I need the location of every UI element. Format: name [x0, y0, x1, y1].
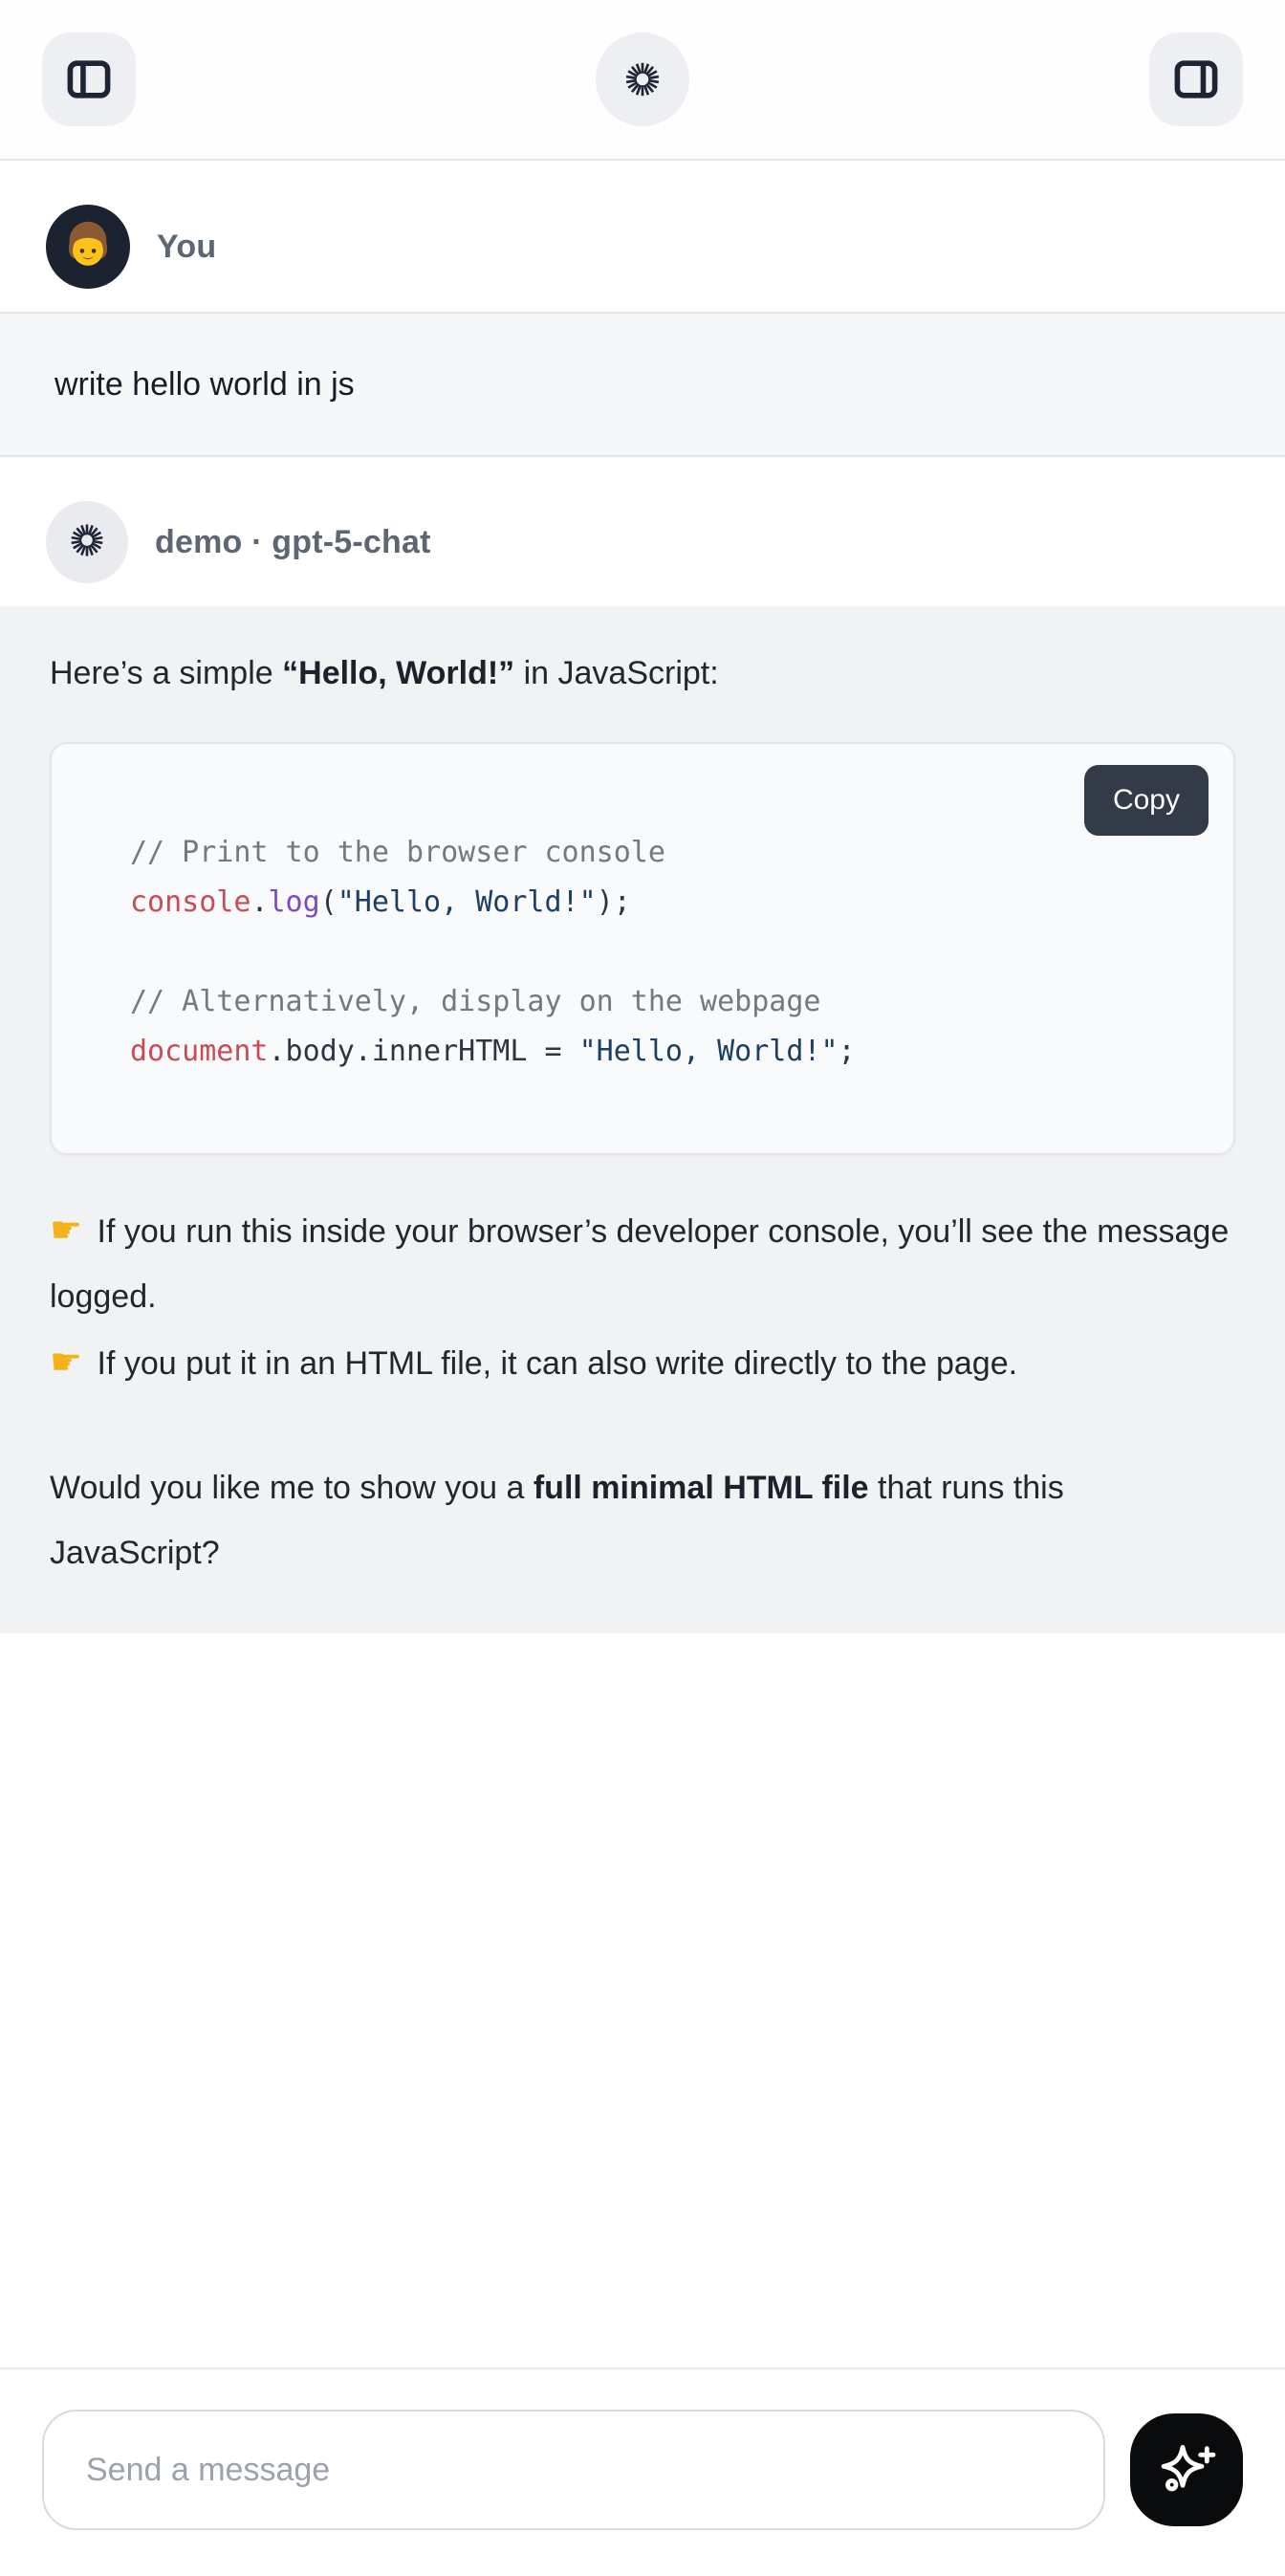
sidebar-right-icon — [1169, 53, 1223, 106]
assistant-message-header: demo · gpt-5-chat — [0, 457, 1285, 606]
user-avatar — [46, 205, 130, 289]
assistant-avatar — [46, 501, 128, 583]
top-bar — [0, 0, 1285, 161]
sidebar-left-icon — [62, 53, 116, 106]
point-right-emoji: ☛ — [50, 1341, 82, 1383]
code-line: // Print to the browser console — [130, 828, 1195, 878]
user-message: You write hello world in js — [0, 161, 1285, 457]
starburst-icon — [619, 55, 666, 103]
point-right-emoji: ☛ — [50, 1209, 82, 1251]
code-line: // Alternatively, display on the webpage — [130, 977, 1195, 1027]
code-line: console.log("Hello, World!"); — [130, 878, 1195, 928]
assistant-notes: ☛ If you run this inside your browser’s … — [50, 1197, 1235, 1396]
assistant-name-label: demo · gpt-5-chat — [155, 524, 431, 561]
assistant-message-body: Here’s a simple “Hello, World!” in JavaS… — [0, 606, 1285, 1633]
code-line: document.body.innerHTML = "Hello, World!… — [130, 1027, 1195, 1077]
code-block: Copy // Print to the browser consolecons… — [50, 742, 1235, 1155]
user-message-text: write hello world in js — [0, 312, 1285, 457]
composer-bar — [0, 2368, 1285, 2576]
code-content: // Print to the browser consoleconsole.l… — [130, 828, 1195, 1077]
user-message-header: You — [0, 161, 1285, 312]
assistant-intro-text: Here’s a simple “Hello, World!” in JavaS… — [50, 643, 1235, 704]
chat-scroll-area[interactable] — [0, 1633, 1285, 2368]
left-sidebar-toggle-button[interactable] — [42, 33, 136, 126]
user-name-label: You — [157, 229, 216, 266]
send-button[interactable] — [1130, 2413, 1243, 2526]
copy-button[interactable]: Copy — [1084, 765, 1209, 836]
sparkle-icon — [1156, 2438, 1217, 2502]
right-panel-toggle-button[interactable] — [1149, 33, 1243, 126]
assistant-question-text: Would you like me to show you a full min… — [50, 1455, 1235, 1585]
code-line — [130, 928, 1195, 977]
message-input[interactable] — [42, 2410, 1105, 2530]
note-line: ☛ If you run this inside your browser’s … — [50, 1197, 1235, 1329]
chat-app: You write hello world in js — [0, 0, 1285, 2576]
assistant-message: demo · gpt-5-chat Here’s a simple “Hello… — [0, 457, 1285, 1633]
person-emoji-icon — [58, 215, 118, 279]
app-logo-button[interactable] — [596, 33, 689, 126]
note-line: ☛ If you put it in an HTML file, it can … — [50, 1329, 1235, 1396]
starburst-icon — [65, 518, 109, 567]
